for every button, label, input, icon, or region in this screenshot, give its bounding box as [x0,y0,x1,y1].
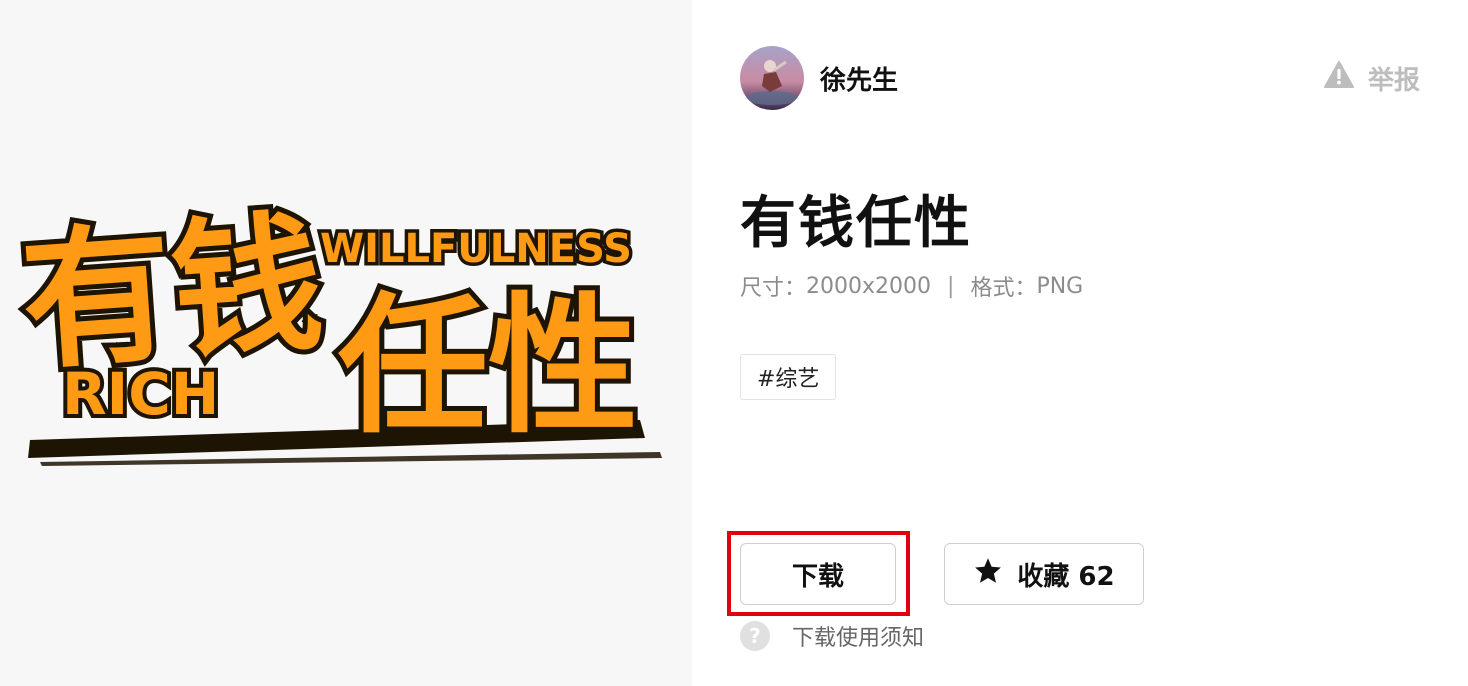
art-text-main-right: 任性 [338,280,638,454]
asset-title: 有钱任性 [740,191,972,256]
report-button[interactable]: 举报 [1324,60,1420,97]
favorite-label: 收藏 62 [1017,561,1115,592]
format-label: 格式： [970,276,1037,301]
format-value: PNG [1036,273,1084,299]
author-name[interactable]: 徐先生 [820,60,898,97]
meta-separator: | [947,273,955,299]
download-highlight-box [727,531,910,616]
art-text-image: 有钱 任性 WILLFULNESS RICH [12,192,662,466]
warning-triangle-icon [1324,61,1354,96]
size-value: 2000x2000 [806,273,932,299]
image-preview-panel: 有钱 任性 WILLFULNESS RICH [0,0,692,686]
favorite-button[interactable]: 收藏 62 [944,543,1144,605]
star-icon [973,556,1003,593]
download-terms-label: 下载使用须知 [792,626,925,651]
asset-meta: 尺寸： 2000x2000 | 格式： PNG [740,270,1083,302]
art-text-bottom: RICH [62,360,219,428]
author-avatar[interactable] [740,46,804,110]
tag-variety[interactable]: #综艺 [740,354,837,400]
download-terms-link[interactable]: ? 下载使用须知 [740,620,924,652]
art-text-top: WILLFULNESS [320,226,632,272]
question-circle-icon: ? [740,621,770,651]
report-label: 举报 [1368,66,1421,96]
size-label: 尺寸： [740,276,807,301]
